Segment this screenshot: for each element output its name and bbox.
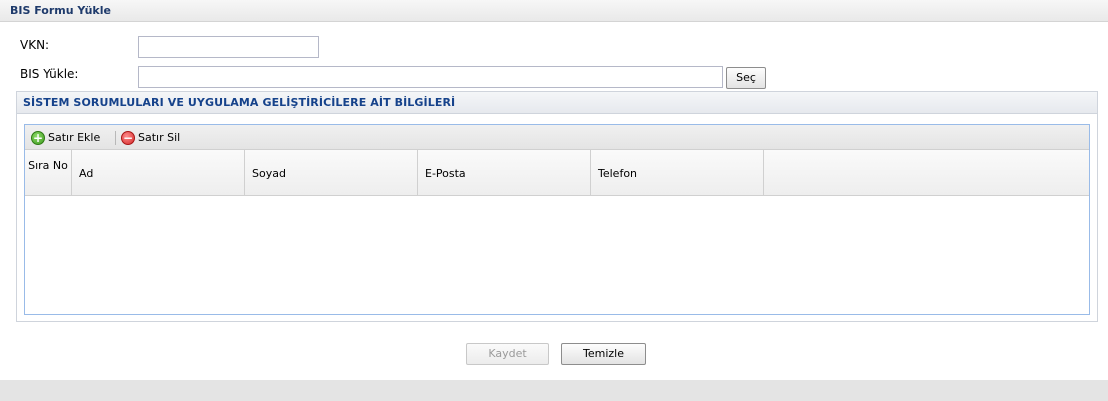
panel-header: BIS Formu Yükle bbox=[0, 0, 1108, 22]
remove-circle-icon: − bbox=[121, 130, 135, 145]
system-responsibles-fieldset: SİSTEM SORUMLULARI VE UYGULAMA GELİŞTİRİ… bbox=[16, 91, 1098, 322]
delete-row-label: Satır Sil bbox=[138, 131, 181, 144]
vkn-input[interactable] bbox=[138, 36, 319, 58]
panel-title: BIS Formu Yükle bbox=[10, 4, 111, 17]
bis-file-input[interactable] bbox=[138, 66, 723, 88]
bis-form-panel: BIS Formu Yükle VKN: BIS Yükle: Seç SİST… bbox=[0, 0, 1108, 401]
delete-row-button[interactable]: − Satır Sil bbox=[121, 129, 180, 146]
grid-header-row: Sıra No Ad Soyad E-Posta Telefon bbox=[25, 150, 1089, 196]
save-button[interactable]: Kaydet bbox=[466, 343, 549, 365]
grid-body[interactable] bbox=[25, 196, 1089, 314]
browse-button[interactable]: Seç bbox=[726, 67, 766, 89]
add-row-button[interactable]: + Satır Ekle bbox=[31, 129, 100, 146]
toolbar-separator bbox=[115, 131, 116, 145]
add-circle-icon: + bbox=[31, 130, 45, 145]
add-row-label: Satır Ekle bbox=[48, 131, 101, 144]
form-body: VKN: BIS Yükle: Seç SİSTEM SORUMLULARI V… bbox=[0, 22, 1108, 380]
clear-button[interactable]: Temizle bbox=[561, 343, 646, 365]
contacts-grid: + Satır Ekle − Satır Sil Sıra No Ad Soya… bbox=[24, 124, 1090, 315]
fieldset-header: SİSTEM SORUMLULARI VE UYGULAMA GELİŞTİRİ… bbox=[17, 92, 1097, 114]
column-header-ad[interactable]: Ad bbox=[72, 150, 245, 196]
vkn-label: VKN: bbox=[20, 38, 50, 52]
column-header-telefon[interactable]: Telefon bbox=[591, 150, 764, 196]
bis-upload-label: BIS Yükle: bbox=[20, 67, 79, 81]
column-header-soyad[interactable]: Soyad bbox=[245, 150, 418, 196]
column-header-e-posta[interactable]: E-Posta bbox=[418, 150, 591, 196]
grid-toolbar: + Satır Ekle − Satır Sil bbox=[25, 125, 1089, 150]
fieldset-title: SİSTEM SORUMLULARI VE UYGULAMA GELİŞTİRİ… bbox=[23, 96, 456, 109]
column-header-sira-no[interactable]: Sıra No bbox=[25, 150, 72, 196]
footer-bar bbox=[0, 380, 1108, 401]
